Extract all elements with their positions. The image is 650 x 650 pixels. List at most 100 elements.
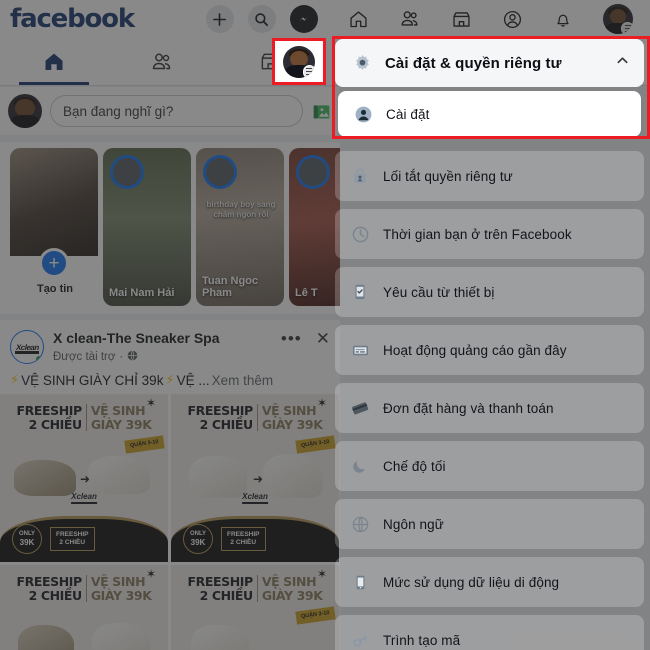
highlight-box-account-avatar	[272, 38, 326, 85]
photo-icon[interactable]	[311, 101, 332, 122]
ad-headline-divider	[256, 404, 258, 431]
arrow-icon: ➜	[253, 472, 264, 486]
device-request-icon	[349, 281, 371, 303]
ad-headline-divider	[85, 404, 87, 431]
messenger-icon[interactable]	[289, 5, 318, 33]
tab-home[interactable]	[0, 38, 108, 85]
top-bar-nav-icons	[348, 4, 633, 34]
sponsored-label: Được tài trợ	[53, 350, 116, 363]
close-icon[interactable]: ✕	[316, 330, 330, 347]
account-menu-badge-icon	[621, 22, 633, 34]
composer-avatar[interactable]	[8, 94, 42, 128]
shoe-before	[189, 456, 247, 498]
ad-headline-right: VỆ SINH GIÀY 39K	[90, 403, 152, 432]
more-options-icon[interactable]: •••	[281, 330, 302, 347]
menu-item-time-on-facebook[interactable]: Thời gian bạn ở trên Facebook	[335, 209, 644, 259]
post-meta: X clean-The Sneaker Spa Được tài trợ ·	[53, 330, 281, 364]
list-item[interactable]: birthday boy sang chăm ngon rồi Tuan Ngo…	[196, 148, 284, 306]
avatar[interactable]	[602, 4, 633, 34]
bolt-icon: ⚡	[165, 372, 175, 387]
friends-icon[interactable]	[399, 8, 421, 30]
menu-item-label: Mức sử dụng dữ liệu di động	[383, 574, 560, 590]
payment-card-icon	[349, 397, 371, 419]
menu-item-recent-ad-activity[interactable]: Hoạt động quảng cáo gần đây	[335, 325, 644, 375]
privacy-lock-icon	[349, 165, 371, 187]
marketplace-icon[interactable]	[451, 9, 472, 30]
composer-input[interactable]: Bạn đang nghĩ gì?	[50, 95, 303, 127]
menu-item-dark-mode[interactable]: Chế độ tối	[335, 441, 644, 491]
menu-item-label: Lối tắt quyền riêng tư	[383, 168, 513, 184]
ad-image[interactable]: FREESHIP 2 CHIỀU VỆ SINH GIÀY 39K ✶ ➜ QUẬN…	[171, 394, 339, 562]
ad-headline-divider	[256, 575, 258, 602]
menu-item-orders-and-payments[interactable]: Đơn đặt hàng và thanh toán	[335, 383, 644, 433]
sparkle-icon: ✶	[145, 567, 156, 581]
top-bar: facebook	[0, 0, 650, 38]
ad-headline: FREESHIP 2 CHIỀU VỆ SINH GIÀY 39K	[0, 575, 168, 602]
freeship-badge: FREESHIP 2 CHIỀU	[221, 526, 266, 551]
shoe-after	[263, 454, 323, 498]
story-avatar-ring	[110, 155, 144, 189]
page-logo[interactable]: Xclean	[10, 330, 44, 364]
facebook-logo[interactable]: facebook	[10, 6, 135, 32]
ad-brand-mark: Xclean	[242, 492, 268, 504]
menu-item-mobile-data-usage[interactable]: Mức sử dụng dữ liệu di động	[335, 557, 644, 607]
ad-headline: FREESHIP 2 CHIỀU VỆ SINH GIÀY 39K	[171, 404, 339, 431]
shoe-before	[14, 460, 76, 496]
story-label: Mai Nam Hải	[109, 287, 175, 300]
menu-item-language[interactable]: Ngôn ngữ	[335, 499, 644, 549]
menu-item-code-generator[interactable]: Trình tạo mã	[335, 615, 644, 650]
district-tag: QUẬN 3-10	[124, 435, 165, 454]
tab-friends[interactable]	[108, 38, 216, 85]
shoe-before	[191, 625, 249, 650]
add-icon[interactable]	[205, 5, 234, 33]
post-header: Xclean X clean-The Sneaker Spa Được tài …	[0, 320, 340, 368]
sparkle-icon: ✶	[316, 396, 327, 410]
menu-item-label: Thời gian bạn ở trên Facebook	[383, 226, 572, 242]
district-tag: QUẬN 3-10	[295, 606, 336, 625]
list-item[interactable]: Lê T	[289, 148, 340, 306]
clock-icon	[349, 223, 371, 245]
shoe-before	[18, 625, 74, 650]
price-badge: ONLY 39K	[183, 524, 213, 554]
ad-headline-left: FREESHIP 2 CHIỀU	[16, 403, 82, 432]
sparkle-icon: ✶	[316, 567, 327, 581]
account-avatar-highlighted[interactable]	[283, 45, 315, 78]
globe-icon	[349, 513, 371, 535]
create-story-card[interactable]: + Tạo tin	[10, 148, 98, 306]
status-composer: Bạn đang nghĩ gì?	[0, 87, 340, 135]
menu-item-label: Đơn đặt hàng và thanh toán	[383, 400, 554, 416]
ad-headline-right: VỆ SINH GIÀY 39K	[90, 574, 152, 603]
sponsored-post: Xclean X clean-The Sneaker Spa Được tài …	[0, 320, 340, 650]
ad-headline-right: VỆ SINH GIÀY 39K	[261, 574, 323, 603]
post-actions: ••• ✕	[281, 330, 330, 347]
story-label: Tạo tin	[36, 283, 74, 296]
see-more-link[interactable]: Xem thêm	[212, 373, 274, 388]
shoe-after	[92, 623, 150, 650]
notifications-icon[interactable]	[553, 9, 573, 29]
search-icon[interactable]	[247, 5, 276, 33]
ad-brand-mark: Xclean	[71, 492, 97, 504]
ad-activity-icon	[349, 339, 371, 361]
ad-image-grid: FREESHIP 2 CHIỀU VỆ SINH GIÀY 39K ✶ ➜ QUẬN…	[0, 394, 340, 650]
ad-headline: FREESHIP 2 CHIỀU VỆ SINH GIÀY 39K	[0, 404, 168, 431]
account-menu-badge-icon	[302, 65, 315, 78]
home-icon[interactable]	[348, 9, 369, 30]
ad-image[interactable]: FREESHIP 2 CHIỀU VỆ SINH GIÀY 39K ✶	[0, 565, 168, 650]
page-logo-bar	[15, 351, 39, 354]
story-avatar-ring	[296, 155, 330, 189]
plus-icon[interactable]: +	[39, 248, 69, 278]
page-title[interactable]: X clean-The Sneaker Spa	[53, 330, 281, 348]
menu-item-privacy-shortcut[interactable]: Lối tắt quyền riêng tư	[335, 151, 644, 201]
ad-headline-left: FREESHIP 2 CHIỀU	[187, 574, 253, 603]
menu-item-label: Hoạt động quảng cáo gần đây	[383, 342, 567, 358]
top-bar-action-icons	[205, 5, 318, 33]
menu-item-device-requests[interactable]: Yêu cầu từ thiết bị	[335, 267, 644, 317]
highlight-box-settings-menu	[332, 36, 650, 139]
profile-icon[interactable]	[502, 9, 523, 30]
story-label: Lê T	[295, 287, 318, 300]
district-tag: QUẬN 3-10	[295, 435, 336, 454]
ad-image[interactable]: FREESHIP 2 CHIỀU VỆ SINH GIÀY 39K ✶ ➜ QUẬN…	[0, 394, 168, 562]
list-item[interactable]: Mai Nam Hải	[103, 148, 191, 306]
facebook-app-screen: facebook Bạn đang nghĩ gì? + Tạo tin Mai…	[0, 0, 650, 650]
ad-image[interactable]: FREESHIP 2 CHIỀU VỆ SINH GIÀY 39K ✶ QUẬN 3…	[171, 565, 339, 650]
